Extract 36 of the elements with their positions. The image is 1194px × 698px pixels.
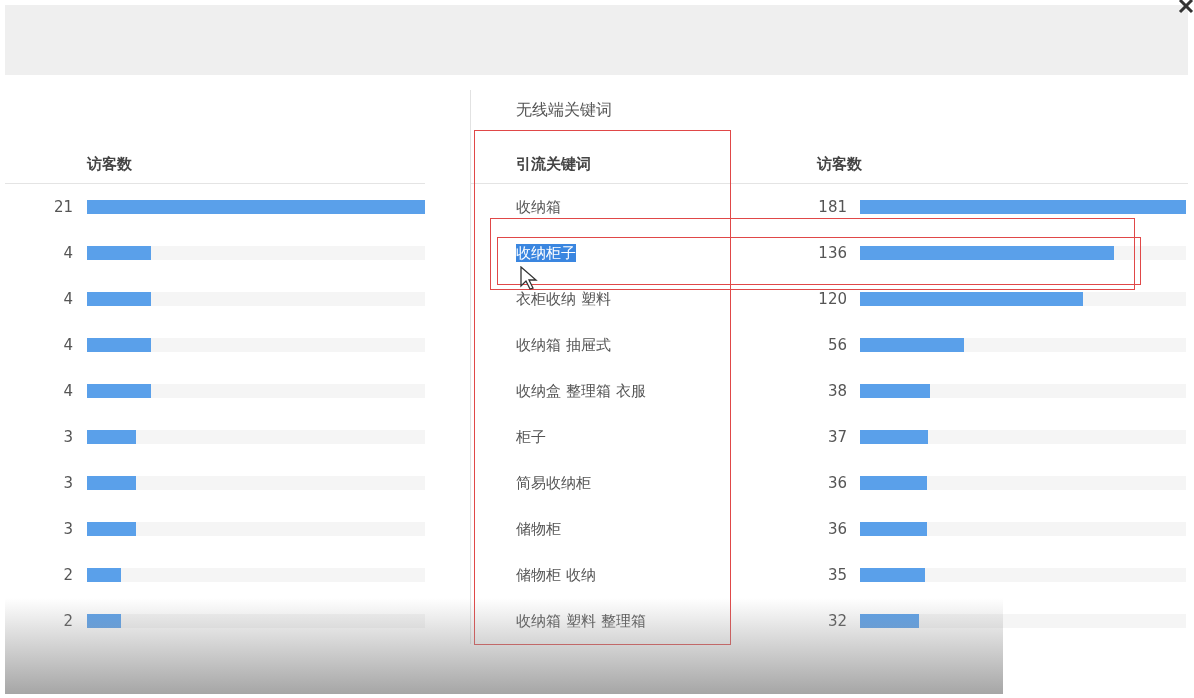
column-header: 引流关键词 bbox=[516, 154, 591, 173]
visitor-count: 120 bbox=[817, 288, 847, 310]
visitor-count: 136 bbox=[817, 242, 847, 264]
keyword: 收纳盒 整理箱 衣服 bbox=[516, 381, 646, 400]
visitor-count: 4 bbox=[62, 380, 73, 402]
visitor-count: 4 bbox=[62, 242, 73, 264]
keyword: 收纳箱 抽屉式 bbox=[516, 335, 611, 354]
visitor-count: 21 bbox=[52, 196, 73, 218]
visitor-count: 4 bbox=[62, 288, 73, 310]
keyword: 衣柜收纳 塑料 bbox=[516, 289, 611, 308]
visitor-count: 181 bbox=[817, 196, 847, 218]
selected-keyword: 收纳柜子 bbox=[516, 243, 576, 262]
visitor-count: 2 bbox=[62, 610, 73, 632]
column-header: 访客数 bbox=[87, 153, 132, 175]
column-header: 访客数 bbox=[817, 154, 862, 173]
visitor-count: 3 bbox=[62, 518, 73, 540]
visitor-count: 56 bbox=[826, 334, 847, 356]
visitor-count: 32 bbox=[826, 610, 847, 632]
keyword: 收纳箱 塑料 整理箱 bbox=[516, 611, 646, 630]
keyword: 柜子 bbox=[516, 427, 546, 446]
keyword: 简易收纳柜 bbox=[516, 473, 591, 492]
visitor-count: 36 bbox=[826, 472, 847, 494]
visitor-count: 3 bbox=[62, 426, 73, 448]
keyword: 储物柜 bbox=[516, 519, 561, 538]
visitor-count: 3 bbox=[62, 472, 73, 494]
visitor-count: 38 bbox=[826, 380, 847, 402]
panel-title: 无线端关键词 bbox=[516, 99, 612, 121]
keyword: 储物柜 收纳 bbox=[516, 565, 596, 584]
visitor-count: 37 bbox=[826, 426, 847, 448]
close-icon[interactable] bbox=[1178, 0, 1194, 14]
keyword: 收纳箱 bbox=[516, 197, 561, 216]
visitor-count: 2 bbox=[62, 564, 73, 586]
visitor-count: 4 bbox=[62, 334, 73, 356]
visitor-count: 35 bbox=[826, 564, 847, 586]
cursor-icon bbox=[520, 266, 540, 290]
visitor-count: 36 bbox=[826, 518, 847, 540]
